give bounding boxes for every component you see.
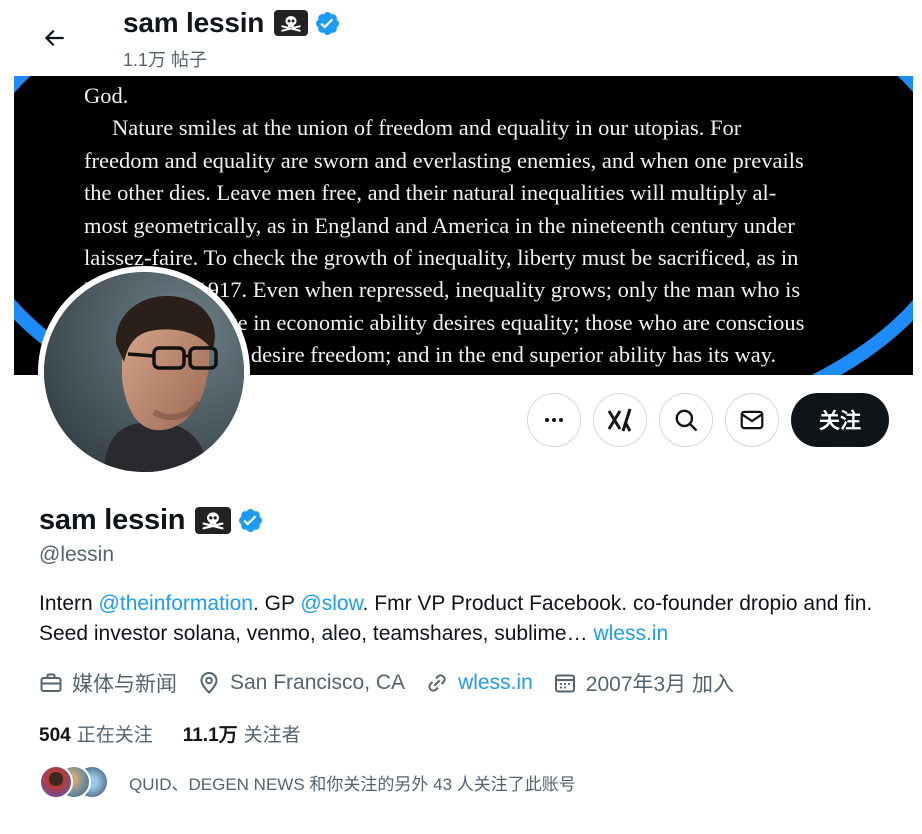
- banner-line: God.: [84, 83, 129, 108]
- bio-text: Intern: [39, 592, 99, 615]
- posts-count: 1.1万 帖子: [123, 50, 208, 70]
- skull-crossbones-icon: [274, 10, 309, 36]
- grok-button[interactable]: [593, 393, 647, 447]
- banner-line: Nature smiles at the union of freedom an…: [112, 115, 742, 141]
- following-label: 正在关注: [76, 724, 153, 746]
- bio-text: . GP: [252, 592, 301, 615]
- category-label: 媒体与新闻: [72, 673, 177, 696]
- profile-name-row: sam lessin: [39, 500, 264, 540]
- avatar: [39, 765, 73, 799]
- location-label: San Francisco, CA: [230, 671, 406, 694]
- location-pin-icon: [200, 672, 218, 694]
- mention-link-theinformation[interactable]: @theinformation: [99, 592, 253, 615]
- bio-website-link[interactable]: wless.in: [593, 622, 668, 645]
- followers-count-link[interactable]: 11.1万 关注者: [183, 720, 301, 747]
- followers-count: 11.1万: [182, 724, 238, 746]
- following-count-link[interactable]: 504 正在关注: [39, 720, 153, 747]
- grok-icon: [607, 408, 632, 432]
- followers-you-know-text: QUID、DEGEN NEWS 和你关注的另外 43 人关注了此账号: [129, 774, 576, 794]
- category-item: 媒体与新闻: [39, 668, 177, 698]
- followers-label: 关注者: [243, 724, 301, 746]
- search-profile-button[interactable]: [659, 393, 713, 447]
- banner-line: laissez-faire. To check the growth of in…: [84, 245, 799, 271]
- message-button[interactable]: [725, 393, 779, 447]
- mention-link-slow[interactable]: @slow: [300, 592, 362, 615]
- joined-label: 2007年3月 加入: [585, 673, 735, 696]
- verified-badge-icon: [237, 507, 264, 534]
- banner-line: freedom and equality are sworn and everl…: [84, 147, 804, 173]
- mutual-avatars: [39, 765, 111, 799]
- verified-badge-icon: [314, 10, 341, 37]
- follow-button[interactable]: 关注: [791, 393, 889, 447]
- envelope-icon: [740, 410, 764, 430]
- joined-item: 2007年3月 加入: [553, 668, 734, 698]
- calendar-icon: [554, 674, 575, 693]
- back-button[interactable]: [32, 16, 76, 60]
- search-icon: [675, 409, 697, 431]
- skull-crossbones-icon: [195, 506, 232, 534]
- briefcase-icon: [40, 673, 62, 692]
- following-count: 504: [39, 724, 71, 746]
- header-name: sam lessin: [123, 7, 265, 38]
- profile-bio: Intern @theinformation. GP @slow. Fmr VP…: [39, 589, 889, 649]
- banner-line: the other dies. Leave men free, and thei…: [84, 180, 777, 206]
- profile-meta: 媒体与新闻 San Francisco, CA wless.in 2007年3月…: [39, 667, 754, 699]
- followers-you-know[interactable]: QUID、DEGEN NEWS 和你关注的另外 43 人关注了此账号: [39, 764, 576, 800]
- location-item: San Francisco, CA: [197, 671, 405, 695]
- profile-actions: 关注: [527, 393, 889, 447]
- profile-handle: @lessin: [39, 543, 115, 566]
- banner-line: most geometrically, as in England and Am…: [84, 212, 795, 238]
- arrow-left-icon: [44, 29, 64, 47]
- website-item[interactable]: wless.in: [425, 671, 533, 695]
- avatar-photo: [44, 272, 244, 472]
- website-link[interactable]: wless.in: [458, 671, 533, 695]
- more-horizontal-icon: [545, 418, 563, 422]
- top-bar: sam lessin 1.1万 帖子: [0, 0, 922, 76]
- header-name-row: sam lessin: [123, 4, 341, 42]
- more-button[interactable]: [527, 393, 581, 447]
- follow-counts: 504 正在关注 11.1万 关注者: [39, 719, 331, 747]
- profile-name: sam lessin: [39, 503, 186, 536]
- profile-avatar[interactable]: [38, 266, 250, 478]
- link-icon: [428, 674, 446, 692]
